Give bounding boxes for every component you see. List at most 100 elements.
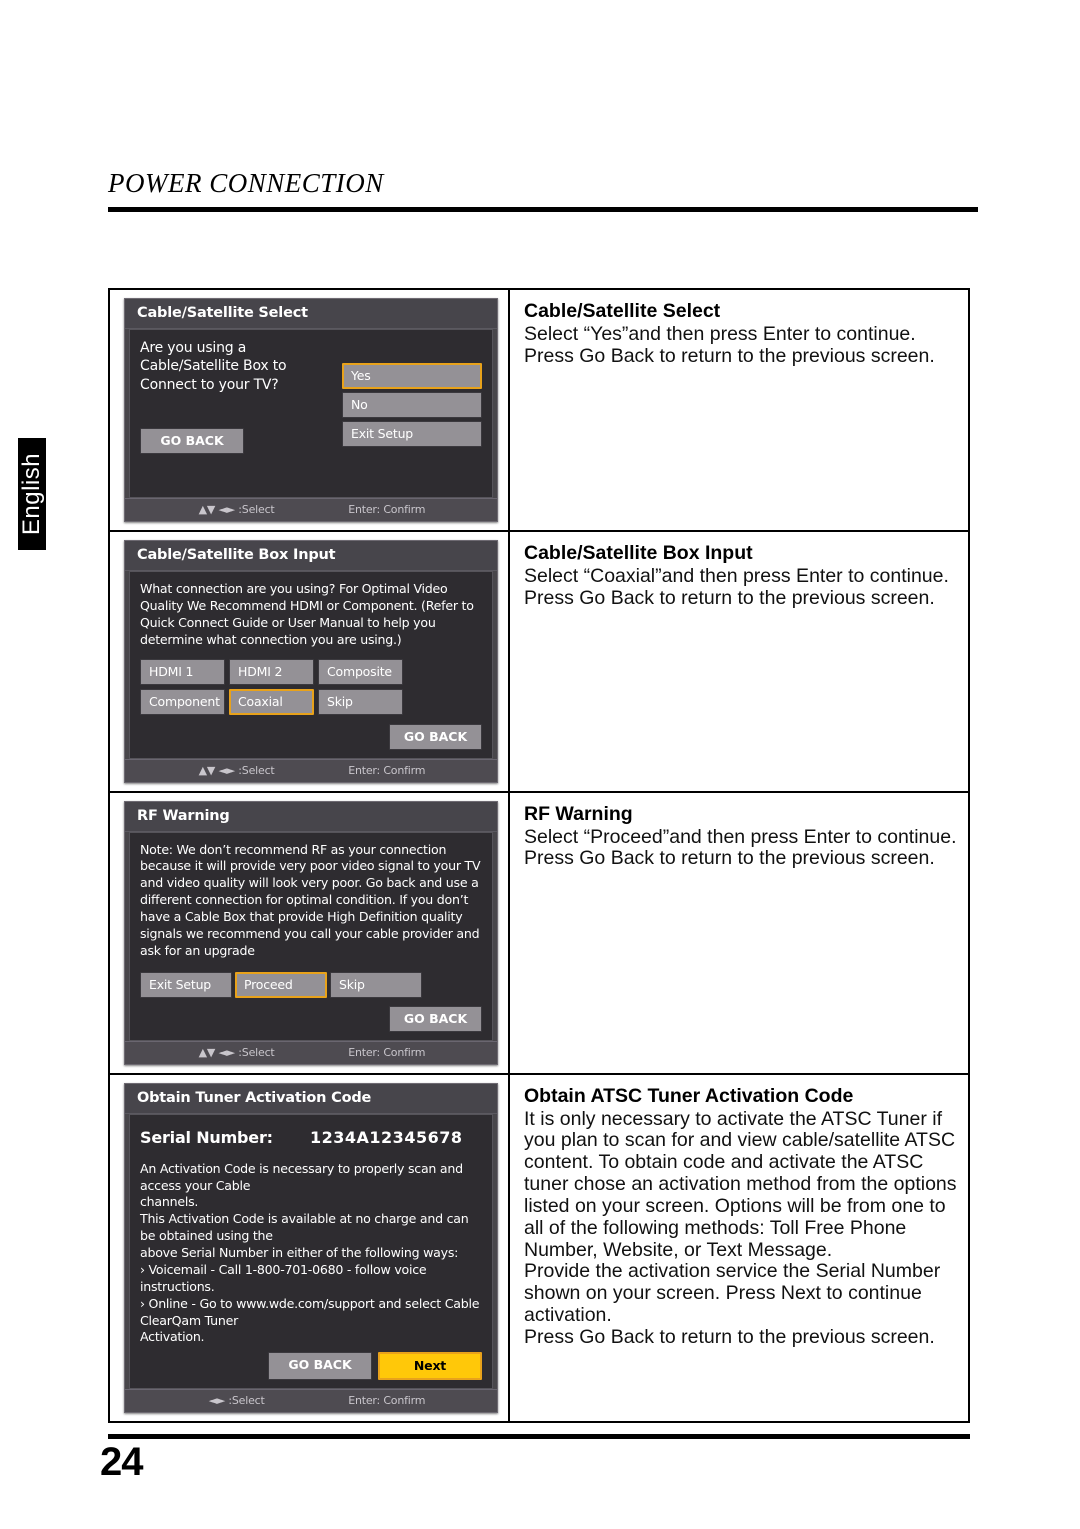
description-paragraph: Select “Coaxial”and then press Enter to … bbox=[524, 565, 949, 587]
footer-divider bbox=[108, 1434, 970, 1439]
nav-hint: ◄► :Select bbox=[208, 1394, 265, 1408]
osd-title: Cable/Satellite Box Input bbox=[125, 541, 497, 571]
osd-button-row: GO BACK Next bbox=[140, 1352, 482, 1381]
description-paragraph: Select “Proceed”and then press Enter to … bbox=[524, 825, 957, 848]
section-title: POWER CONNECTION bbox=[108, 168, 384, 198]
activation-info-line: › Online - Go to www.wde.com/support and… bbox=[140, 1295, 480, 1328]
activation-info-line: › Voicemail - Call 1-800-701-0680 - foll… bbox=[140, 1261, 427, 1294]
option-button-composite[interactable]: Composite bbox=[318, 658, 403, 685]
osd-question: What connection are you using? For Optim… bbox=[140, 581, 474, 647]
osd-option-list: Yes No Exit Setup bbox=[342, 339, 482, 489]
table-row: Cable/Satellite Select Are you using a C… bbox=[110, 290, 968, 532]
osd-body: Serial Number: 1234A12345678 An Activati… bbox=[129, 1113, 493, 1390]
option-button-exit-setup[interactable]: Exit Setup bbox=[342, 421, 482, 447]
table-row: RF Warning Note: We don’t recommend RF a… bbox=[110, 792, 968, 1075]
description-cell: RF Warning Select “Proceed”and then pres… bbox=[510, 793, 968, 1073]
description-paragraph: Press Go Back to return to the previous … bbox=[524, 586, 935, 609]
osd-option-list: HDMI 1 HDMI 2 Composite Component Coaxia… bbox=[140, 658, 482, 715]
osd-go-back-wrap: GO BACK bbox=[140, 1005, 482, 1032]
option-button-skip[interactable]: Skip bbox=[330, 971, 422, 998]
description-body: Select “Coaxial”and then press Enter to … bbox=[524, 565, 958, 610]
option-button-component[interactable]: Component bbox=[140, 688, 225, 715]
serial-number-value: 1234A12345678 bbox=[310, 1127, 463, 1147]
description-paragraph: It is only necessary to activate the ATS… bbox=[524, 1107, 957, 1261]
activation-info: An Activation Code is necessary to prope… bbox=[140, 1161, 482, 1347]
osd-panel-obtain-tuner-activation-code: Obtain Tuner Activation Code Serial Numb… bbox=[124, 1082, 498, 1414]
description-body: Select “Proceed”and then press Enter to … bbox=[524, 825, 958, 871]
osd-question-line: Are you using a bbox=[140, 340, 247, 356]
activation-info-line: Activation. bbox=[140, 1329, 205, 1345]
go-back-button[interactable]: GO BACK bbox=[389, 1005, 482, 1032]
screenshot-cell: RF Warning Note: We don’t recommend RF a… bbox=[110, 792, 510, 1073]
option-button-proceed[interactable]: Proceed bbox=[235, 971, 327, 998]
osd-panel-cable-satellite-select: Cable/Satellite Select Are you using a C… bbox=[124, 298, 498, 522]
setup-steps-table: Cable/Satellite Select Are you using a C… bbox=[108, 288, 970, 1424]
description-title: Cable/Satellite Select bbox=[524, 300, 721, 322]
activation-info-line: channels. bbox=[140, 1194, 199, 1210]
description-title: RF Warning bbox=[524, 802, 633, 825]
option-button-yes[interactable]: Yes bbox=[342, 363, 482, 389]
description-paragraph: Select “Yes”and then press Enter to cont… bbox=[524, 323, 916, 345]
osd-body: Note: We don’t recommend RF as your conn… bbox=[129, 831, 493, 1041]
serial-number-label: Serial Number: bbox=[140, 1127, 273, 1147]
osd-option-list: Exit Setup Proceed Skip bbox=[140, 971, 482, 998]
osd-panel-cable-satellite-box-input: Cable/Satellite Box Input What connectio… bbox=[124, 540, 498, 783]
language-tab-english: English bbox=[18, 438, 46, 550]
osd-title: Cable/Satellite Select bbox=[125, 299, 497, 329]
go-back-button[interactable]: GO BACK bbox=[268, 1352, 372, 1381]
page-number: 24 bbox=[100, 1440, 143, 1484]
activation-info-line: This Activation Code is available at no … bbox=[140, 1211, 469, 1244]
description-body: It is only necessary to activate the ATS… bbox=[524, 1107, 958, 1349]
go-back-button[interactable]: GO BACK bbox=[140, 428, 244, 455]
enter-hint: Enter: Confirm bbox=[348, 503, 426, 516]
option-button-coaxial[interactable]: Coaxial bbox=[229, 688, 314, 715]
osd-title: Obtain Tuner Activation Code bbox=[125, 1083, 497, 1114]
osd-body: What connection are you using? For Optim… bbox=[129, 571, 493, 759]
osd-title: RF Warning bbox=[125, 801, 497, 832]
description-paragraph: Press Go Back to return to the previous … bbox=[524, 847, 935, 870]
language-tab-label: English bbox=[18, 452, 45, 536]
enter-hint: Enter: Confirm bbox=[348, 1394, 426, 1408]
description-body: Select “Yes”and then press Enter to cont… bbox=[524, 323, 958, 368]
nav-hint: ▲▼ ◄► :Select bbox=[198, 763, 275, 777]
screenshot-cell: Cable/Satellite Select Are you using a C… bbox=[110, 290, 510, 530]
option-button-skip[interactable]: Skip bbox=[318, 688, 403, 715]
osd-panel-rf-warning: RF Warning Note: We don’t recommend RF a… bbox=[124, 800, 498, 1065]
enter-hint: Enter: Confirm bbox=[348, 763, 426, 777]
osd-go-back-wrap: GO BACK bbox=[140, 723, 482, 750]
table-row: Cable/Satellite Box Input What connectio… bbox=[110, 532, 968, 793]
nav-hint: ▲▼ ◄► :Select bbox=[198, 1045, 275, 1059]
osd-question-line: Cable/Satellite Box to bbox=[140, 358, 287, 375]
description-paragraph: Press Go Back to return to the previous … bbox=[524, 1325, 935, 1348]
enter-hint: Enter: Confirm bbox=[348, 1045, 426, 1059]
description-paragraph: Provide the activation service the Seria… bbox=[524, 1260, 941, 1327]
screenshot-cell: Cable/Satellite Box Input What connectio… bbox=[110, 532, 510, 791]
screenshot-cell: Obtain Tuner Activation Code Serial Numb… bbox=[110, 1074, 510, 1422]
osd-warning-text: Note: We don’t recommend RF as your conn… bbox=[140, 841, 481, 958]
table-row: Obtain Tuner Activation Code Serial Numb… bbox=[110, 1074, 968, 1422]
page-header: POWER CONNECTION bbox=[108, 168, 978, 212]
osd-footer: ▲▼ ◄► :Select Enter: Confirm bbox=[125, 758, 497, 782]
next-button[interactable]: Next bbox=[378, 1352, 482, 1381]
osd-footer: ◄► :Select Enter: Confirm bbox=[125, 1389, 497, 1413]
option-button-hdmi-2[interactable]: HDMI 2 bbox=[229, 658, 314, 685]
description-cell: Cable/Satellite Select Select “Yes”and t… bbox=[510, 290, 968, 530]
option-button-exit-setup[interactable]: Exit Setup bbox=[140, 971, 232, 998]
serial-number-row: Serial Number: 1234A12345678 bbox=[140, 1128, 482, 1147]
osd-body: Are you using a Cable/Satellite Box to C… bbox=[129, 329, 493, 498]
osd-footer: ▲▼ ◄► :Select Enter: Confirm bbox=[125, 498, 497, 521]
option-button-hdmi-1[interactable]: HDMI 1 bbox=[140, 658, 225, 685]
osd-question: Are you using a Cable/Satellite Box to C… bbox=[140, 339, 342, 394]
description-cell: Cable/Satellite Box Input Select “Coaxia… bbox=[510, 532, 968, 791]
option-button-no[interactable]: No bbox=[342, 392, 482, 418]
osd-go-back-wrap: GO BACK bbox=[140, 428, 342, 455]
nav-hint: ▲▼ ◄► :Select bbox=[198, 503, 275, 516]
activation-info-line: An Activation Code is necessary to prope… bbox=[140, 1160, 463, 1193]
go-back-button[interactable]: GO BACK bbox=[389, 723, 482, 750]
header-divider bbox=[108, 207, 978, 212]
osd-question-line: Connect to your TV? bbox=[140, 376, 279, 393]
description-cell: Obtain ATSC Tuner Activation Code It is … bbox=[510, 1075, 968, 1422]
activation-info-line: above Serial Number in either of the fol… bbox=[140, 1245, 459, 1260]
description-title: Obtain ATSC Tuner Activation Code bbox=[524, 1084, 854, 1107]
description-paragraph: Press Go Back to return to the previous … bbox=[524, 344, 935, 367]
